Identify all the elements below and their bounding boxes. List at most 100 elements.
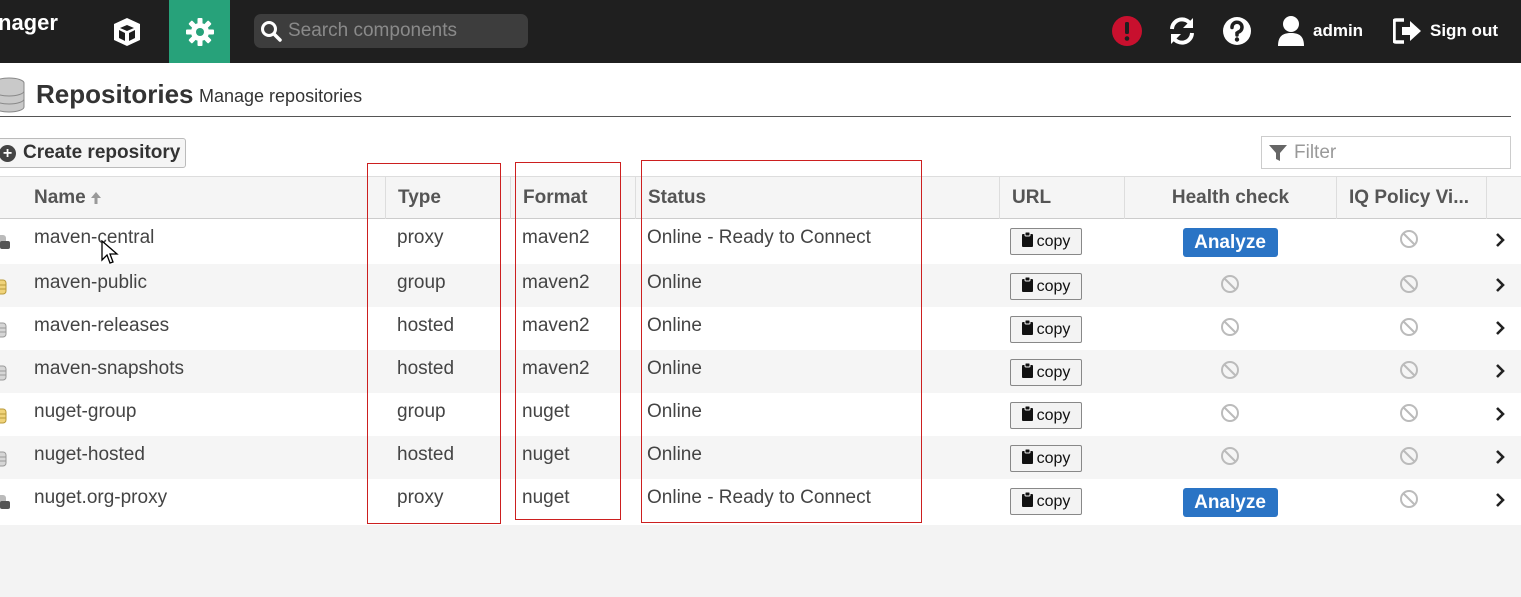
- copy-url-button[interactable]: copy: [1010, 359, 1082, 386]
- chevron-right-icon: [1495, 448, 1505, 470]
- row-chevron[interactable]: [1495, 307, 1505, 350]
- clipboard-icon: [1021, 319, 1037, 340]
- row-chevron[interactable]: [1495, 479, 1505, 522]
- disabled-icon: [1220, 360, 1240, 386]
- row-chevron[interactable]: [1495, 350, 1505, 393]
- row-chevron[interactable]: [1495, 436, 1505, 479]
- table-row[interactable]: nuget.org-proxy proxy nuget Online - Rea…: [0, 479, 1521, 522]
- row-chevron[interactable]: [1495, 393, 1505, 436]
- cell-format: nuget: [522, 444, 570, 465]
- cell-url: copy: [1010, 264, 1082, 307]
- page-subtitle: Manage repositories: [199, 86, 363, 106]
- gear-icon: [185, 17, 214, 46]
- hosted-repo-icon: [0, 319, 8, 345]
- cell-status: Online - Ready to Connect: [647, 227, 871, 248]
- repositories-table: Name Type Format Status URL Health check…: [0, 176, 1521, 522]
- content-panel: Repositories Manage repositories + Creat…: [0, 63, 1521, 525]
- copy-label: copy: [1036, 320, 1071, 338]
- cell-name: nuget-group: [34, 401, 137, 422]
- refresh-button[interactable]: [1166, 13, 1198, 49]
- cell-format: maven2: [522, 272, 590, 293]
- column-header-health-check[interactable]: Health check: [1124, 177, 1336, 219]
- sign-out-label: Sign out: [1430, 21, 1498, 40]
- cell-type: proxy: [397, 487, 444, 508]
- disabled-icon: [1399, 229, 1419, 255]
- proxy-repo-icon: [0, 491, 10, 517]
- column-header-url[interactable]: URL: [999, 177, 1124, 219]
- cell-iq-policy: [1336, 350, 1482, 393]
- filter-input[interactable]: [1294, 141, 1504, 164]
- browse-button[interactable]: [96, 0, 157, 63]
- clipboard-icon: [1021, 362, 1037, 383]
- disabled-icon: [1220, 317, 1240, 343]
- cell-name: maven-releases: [34, 315, 170, 336]
- cell-url: copy: [1010, 219, 1082, 264]
- table-row[interactable]: nuget-group group nuget Online copy: [0, 393, 1521, 436]
- administration-button[interactable]: [169, 0, 230, 63]
- search-box[interactable]: [254, 14, 528, 48]
- disabled-icon: [1399, 446, 1419, 472]
- cell-health-check: [1124, 393, 1336, 436]
- analyze-button[interactable]: Analyze: [1182, 228, 1278, 257]
- column-header-status[interactable]: Status: [635, 177, 999, 219]
- copy-url-button[interactable]: copy: [1010, 273, 1082, 300]
- copy-label: copy: [1036, 406, 1071, 424]
- search-icon: [261, 21, 282, 42]
- column-header-spacer: [1486, 177, 1521, 219]
- user-menu[interactable]: admin: [1277, 13, 1363, 49]
- cell-type: proxy: [397, 227, 444, 248]
- disabled-icon: [1220, 403, 1240, 429]
- cell-health-check: Analyze: [1124, 479, 1336, 522]
- column-header-format[interactable]: Format: [510, 177, 635, 219]
- cell-format: maven2: [522, 358, 590, 379]
- copy-url-button[interactable]: copy: [1010, 488, 1082, 515]
- copy-url-button[interactable]: copy: [1010, 228, 1082, 255]
- cell-health-check: Analyze: [1124, 219, 1336, 264]
- column-header-name[interactable]: Name: [34, 177, 103, 219]
- cell-format: maven2: [522, 227, 590, 248]
- search-input[interactable]: [288, 20, 518, 42]
- cell-name: maven-central: [34, 227, 155, 248]
- cell-name: nuget-hosted: [34, 444, 145, 465]
- sort-ascending-icon: [90, 192, 101, 204]
- cell-health-check: [1124, 436, 1336, 479]
- clipboard-icon: [1021, 491, 1037, 512]
- cell-url: copy: [1010, 436, 1082, 479]
- row-chevron[interactable]: [1495, 264, 1505, 307]
- chevron-right-icon: [1495, 362, 1505, 384]
- chevron-right-icon: [1495, 231, 1505, 253]
- cell-url: copy: [1010, 350, 1082, 393]
- disabled-icon: [1399, 317, 1419, 343]
- cell-iq-policy: [1336, 307, 1482, 350]
- cell-status: Online: [647, 272, 702, 293]
- system-status-button[interactable]: [1111, 13, 1143, 49]
- table-row[interactable]: maven-releases hosted maven2 Online copy: [0, 307, 1521, 350]
- disabled-icon: [1399, 489, 1419, 515]
- analyze-button[interactable]: Analyze: [1182, 488, 1278, 517]
- table-row[interactable]: nuget-hosted hosted nuget Online copy: [0, 436, 1521, 479]
- column-header-iq-policy[interactable]: IQ Policy Vi...: [1336, 177, 1486, 219]
- sign-out-button[interactable]: Sign out: [1393, 13, 1498, 49]
- table-row[interactable]: maven-snapshots hosted maven2 Online cop…: [0, 350, 1521, 393]
- cell-name: maven-snapshots: [34, 358, 184, 379]
- copy-url-button[interactable]: copy: [1010, 316, 1082, 343]
- table-row[interactable]: maven-central proxy maven2 Online - Read…: [0, 219, 1521, 264]
- disabled-icon: [1399, 403, 1419, 429]
- cell-iq-policy: [1336, 436, 1482, 479]
- chevron-right-icon: [1495, 319, 1505, 341]
- cell-status: Online: [647, 444, 702, 465]
- cell-health-check: [1124, 264, 1336, 307]
- chevron-right-icon: [1495, 405, 1505, 427]
- copy-url-button[interactable]: copy: [1010, 402, 1082, 429]
- create-repository-button[interactable]: + Create repository: [0, 138, 186, 168]
- page-title: Repositories: [36, 79, 194, 109]
- copy-url-button[interactable]: copy: [1010, 445, 1082, 472]
- row-chevron[interactable]: [1495, 219, 1505, 264]
- help-button[interactable]: [1221, 13, 1253, 49]
- cell-type: hosted: [397, 315, 455, 336]
- cell-type: group: [397, 401, 446, 422]
- table-row[interactable]: maven-public group maven2 Online copy: [0, 264, 1521, 307]
- filter-box[interactable]: [1261, 136, 1511, 169]
- column-header-type[interactable]: Type: [385, 177, 510, 219]
- cell-url: copy: [1010, 479, 1082, 522]
